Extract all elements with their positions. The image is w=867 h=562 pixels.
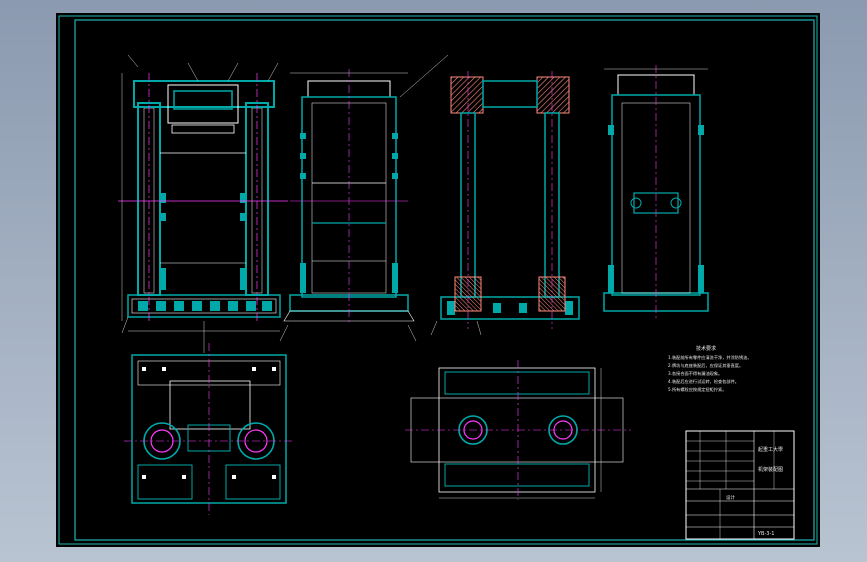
view-side-elevation	[279, 54, 449, 342]
note-line: 3.各接合面不得有漏油现象。	[668, 370, 722, 377]
drawing-canvas: 技术要求 1.装配前所有零件应清洗干净，并涂防锈油。 2.牌坊与底座装配后，应保…	[58, 15, 818, 545]
view-right-elevation	[603, 65, 709, 321]
notes-heading: 技术要求	[696, 345, 716, 352]
technical-notes: 技术要求 1.装配前所有零件应清洗干净，并涂防锈油。 2.牌坊与底座装配后，应保…	[668, 345, 752, 393]
cad-viewport: 技术要求 1.装配前所有零件应清洗干净，并涂防锈油。 2.牌坊与底座装配后，应保…	[0, 0, 867, 562]
view-section	[430, 71, 580, 336]
note-line: 5.所有螺栓应按规定扭矩拧紧。	[668, 386, 726, 393]
drawing-number: YB-3-1	[757, 531, 774, 537]
note-line: 2.牌坊与底座装配后，应保证其垂直度。	[668, 362, 743, 369]
view-plan-left	[124, 343, 294, 515]
view-front-elevation	[118, 54, 288, 353]
drawing-name: 机架装配图	[758, 466, 783, 473]
view-plan-right	[405, 360, 631, 500]
drawing-sheet: 技术要求 1.装配前所有零件应清洗干净，并涂防锈油。 2.牌坊与底座装配后，应保…	[56, 13, 820, 547]
title-block: 起重工大學 机架装配图 设计 YB-3-1	[685, 430, 795, 540]
designer-label: 设计	[726, 494, 735, 501]
company-name: 起重工大學	[758, 446, 783, 453]
note-line: 1.装配前所有零件应清洗干净，并涂防锈油。	[668, 354, 752, 361]
note-line: 4.装配后应进行试运转，检查各部件。	[668, 378, 739, 385]
